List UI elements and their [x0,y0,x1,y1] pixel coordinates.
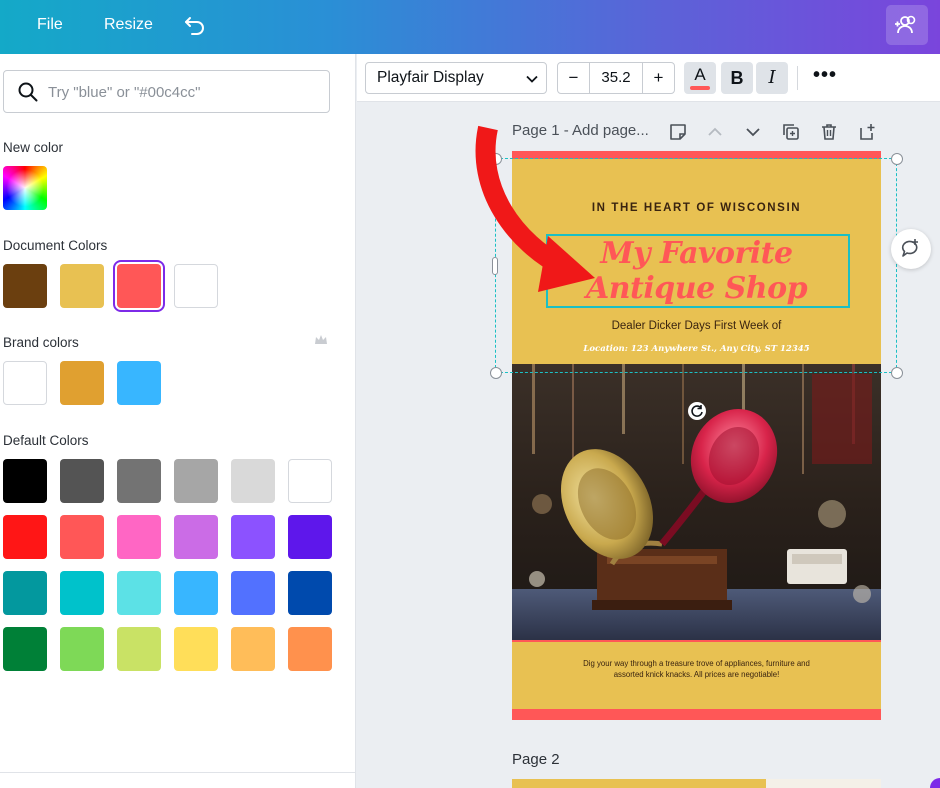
default-color-swatch[interactable] [174,571,218,615]
search-icon [18,82,38,102]
default-color-swatch[interactable] [288,627,332,671]
document-color-swatch[interactable] [113,260,165,312]
bottom-accent-strip [512,709,881,720]
bold-button[interactable]: B [721,62,753,94]
default-color-swatch[interactable] [60,515,104,559]
default-color-swatch[interactable] [3,459,47,503]
photo-bottom-accent-line [512,640,881,642]
font-family-label: Playfair Display [377,69,484,86]
default-color-swatch[interactable] [174,627,218,671]
undo-icon[interactable] [182,12,208,38]
default-color-swatch[interactable] [231,515,275,559]
document-color-swatch[interactable] [3,264,47,308]
italic-button[interactable]: I [756,62,788,94]
description-line-2: assorted knick knacks. All prices are ne… [613,670,780,679]
default-color-swatch[interactable] [60,627,104,671]
crown-icon [315,335,327,344]
default-color-swatch[interactable] [60,571,104,615]
document-color-swatch[interactable] [60,264,104,308]
chevron-down-icon[interactable] [743,122,763,142]
default-color-swatch[interactable] [231,571,275,615]
new-color-picker-swatch[interactable] [3,166,47,210]
brand-color-swatch[interactable] [117,361,161,405]
document-colors-title: Document Colors [3,238,108,253]
comment-icon [901,239,918,257]
text-color-indicator [690,86,710,90]
font-size-stepper: − 35.2 + [557,62,675,94]
increase-font-size-button[interactable]: + [642,63,674,93]
resize-button[interactable]: Resize [104,14,153,36]
font-size-value[interactable]: 35.2 [590,63,642,93]
red-arrow-annotation [475,125,595,292]
add-people-icon [895,15,916,34]
default-color-swatch[interactable] [3,571,47,615]
brand-colors-title: Brand colors [3,335,79,350]
new-color-title: New color [3,140,64,155]
chevron-up-icon[interactable] [705,122,725,142]
default-color-swatch[interactable] [231,627,275,671]
text-color-button[interactable]: A [684,62,716,94]
default-color-swatch[interactable] [3,515,47,559]
page-2-title[interactable]: Page 2 [512,751,560,768]
brand-color-swatch[interactable] [60,361,104,405]
rotate-icon [691,405,703,417]
design-page-2[interactable] [512,779,881,788]
help-button[interactable] [930,778,940,788]
default-color-swatch[interactable] [3,627,47,671]
duplicate-page-icon[interactable] [781,122,801,142]
resize-handle-bottom-left[interactable] [490,367,502,379]
text-toolbar: Playfair Display − 35.2 + A B I ••• [357,54,940,102]
rotate-handle[interactable] [688,402,706,420]
page-2-white-area [766,779,881,788]
share-people-button[interactable] [886,5,928,45]
resize-handle-top-right[interactable] [891,153,903,165]
default-colors-title: Default Colors [3,433,89,448]
more-options-button[interactable]: ••• [809,62,841,94]
notes-icon[interactable] [668,122,688,142]
trash-icon[interactable] [819,122,839,142]
description-line-1: Dig your way through a treasure trove of… [583,659,810,668]
add-comment-button[interactable] [891,229,931,269]
default-color-swatch[interactable] [288,571,332,615]
default-color-swatch[interactable] [231,459,275,503]
default-color-swatch[interactable] [117,627,161,671]
chevron-down-icon [526,75,538,83]
default-color-swatch[interactable] [174,459,218,503]
toolbar-divider [797,66,798,90]
panel-divider [0,772,356,773]
color-panel: New color Document Colors Brand colors D… [0,54,356,788]
default-color-swatch[interactable] [117,515,161,559]
add-page-icon[interactable] [857,122,877,142]
description-text[interactable]: Dig your way through a treasure trove of… [552,658,841,680]
default-color-swatch[interactable] [60,459,104,503]
default-color-swatch[interactable] [288,515,332,559]
default-color-swatch[interactable] [174,515,218,559]
brand-color-swatch[interactable] [3,361,47,405]
font-family-dropdown[interactable]: Playfair Display [365,62,547,94]
default-color-swatch[interactable] [117,571,161,615]
resize-handle-bottom-right[interactable] [891,367,903,379]
decrease-font-size-button[interactable]: − [558,63,590,93]
file-menu-button[interactable]: File [37,14,63,36]
color-search-input[interactable] [48,80,318,104]
document-color-swatch[interactable] [174,264,218,308]
default-color-swatch[interactable] [288,459,332,503]
default-color-swatch[interactable] [117,459,161,503]
top-bar: File Resize [0,0,940,54]
color-search-box[interactable] [3,70,330,113]
